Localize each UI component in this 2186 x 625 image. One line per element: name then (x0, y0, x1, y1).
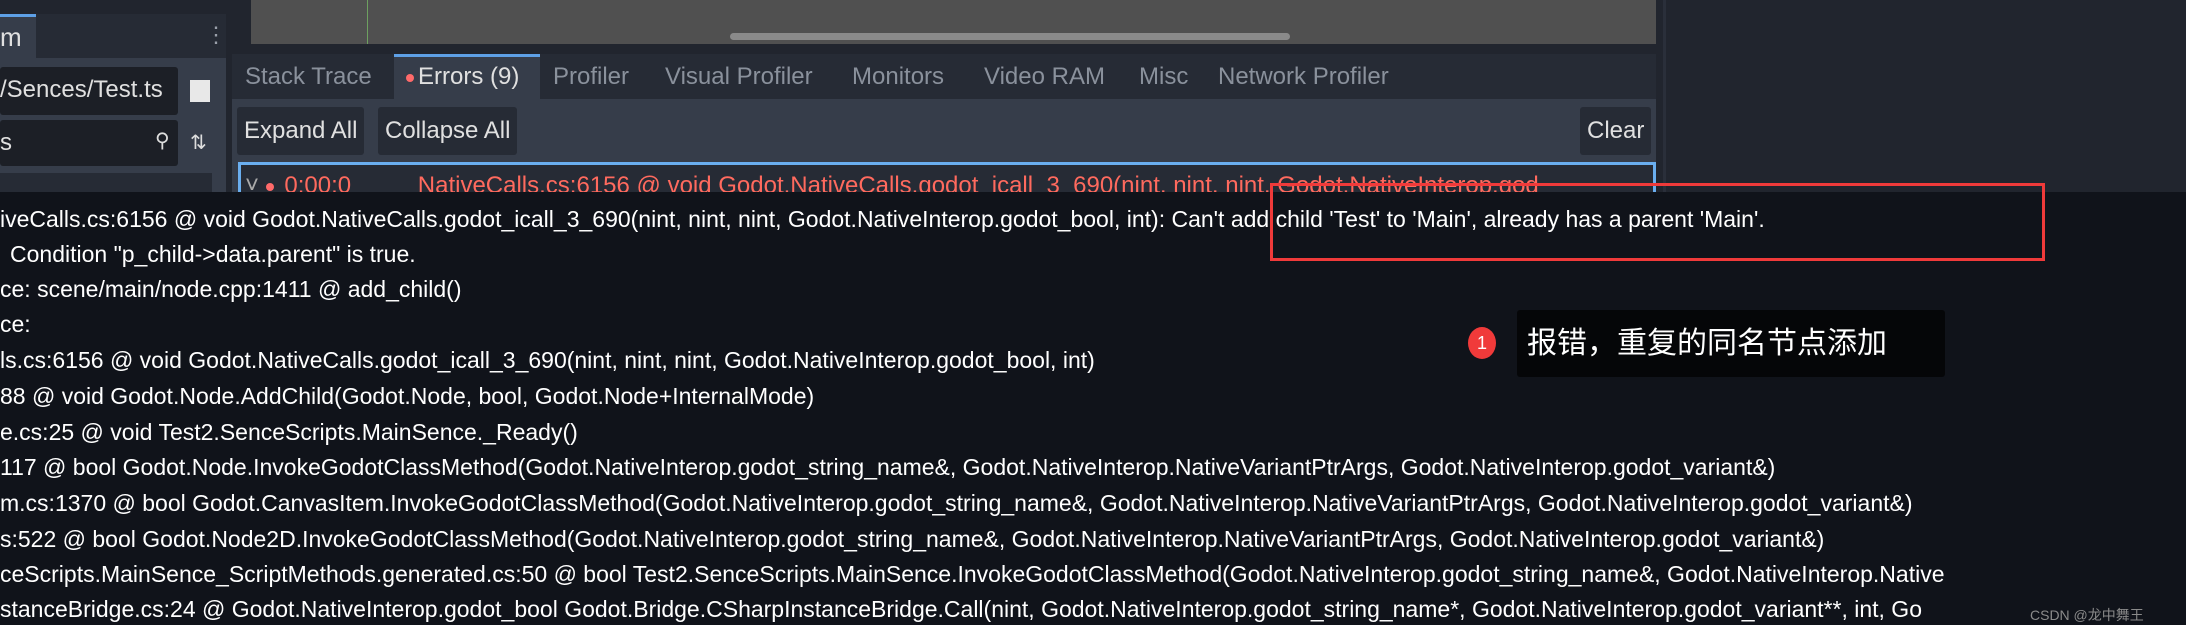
tab-monitors[interactable]: Monitors (852, 54, 944, 99)
panel-header (36, 14, 226, 58)
annotation-badge: 1 (1468, 327, 1496, 359)
tooltip-line: ls.cs:6156 @ void Godot.NativeCalls.godo… (0, 347, 1095, 373)
tooltip-line: m.cs:1370 @ bool Godot.CanvasItem.Invoke… (0, 490, 1913, 516)
checkbox-icon[interactable] (190, 80, 210, 102)
panel-tab[interactable]: m (0, 14, 36, 58)
tooltip-line: ce: (0, 311, 31, 337)
tab-misc[interactable]: Misc (1139, 54, 1188, 99)
tooltip-line: 117 @ bool Godot.Node.InvokeGodotClassMe… (0, 454, 1776, 480)
viewport-scrollbar[interactable] (730, 33, 1290, 40)
clear-button[interactable]: Clear (1580, 107, 1652, 155)
expand-all-button[interactable]: Expand All (237, 107, 365, 155)
tooltip-line: ce: scene/main/node.cpp:1411 @ add_child… (0, 276, 462, 302)
tooltip-line: ceScripts.MainSence_ScriptMethods.genera… (0, 561, 1945, 587)
path-value: /Sences/Test.ts (0, 76, 163, 103)
highlight-box (1270, 183, 2045, 261)
tooltip-line: Condition "p_child->data.parent" is true… (10, 241, 416, 267)
error-dot-icon (406, 73, 414, 82)
more-vertical-icon[interactable]: ⋮ (205, 22, 227, 48)
sort-icon[interactable]: ⇅ (190, 130, 207, 155)
filter-input[interactable]: s (0, 120, 178, 166)
tab-errors[interactable]: Errors (9) (394, 54, 540, 99)
annotation-note: 报错，重复的同名节点添加 (1517, 310, 1945, 377)
watermark: CSDN @龙中舞王 (2030, 607, 2144, 623)
collapse-all-button[interactable]: Collapse All (378, 107, 518, 155)
tab-stack-trace[interactable]: Stack Trace (245, 54, 372, 99)
tooltip-line: e.cs:25 @ void Test2.SenceScripts.MainSe… (0, 419, 578, 445)
panel-tab-label: m (0, 22, 22, 52)
tooltip-line: stanceBridge.cs:24 @ Godot.NativeInterop… (0, 596, 1922, 622)
search-icon: ⚲ (155, 130, 170, 152)
error-dot-icon (265, 182, 274, 191)
path-field[interactable]: /Sences/Test.ts (0, 67, 178, 115)
tooltip-line: 88 @ void Godot.Node.AddChild(Godot.Node… (0, 383, 815, 409)
tab-video-ram[interactable]: Video RAM (984, 54, 1105, 99)
tooltip-line: s:522 @ bool Godot.Node2D.InvokeGodotCla… (0, 526, 1825, 552)
filter-value: s (0, 129, 12, 156)
tab-visual-profiler[interactable]: Visual Profiler (665, 54, 813, 99)
tab-errors-label: Errors (9) (418, 63, 520, 90)
tab-profiler[interactable]: Profiler (553, 54, 629, 99)
tab-network-profiler[interactable]: Network Profiler (1218, 54, 1389, 99)
viewport-axis-line (367, 0, 368, 44)
